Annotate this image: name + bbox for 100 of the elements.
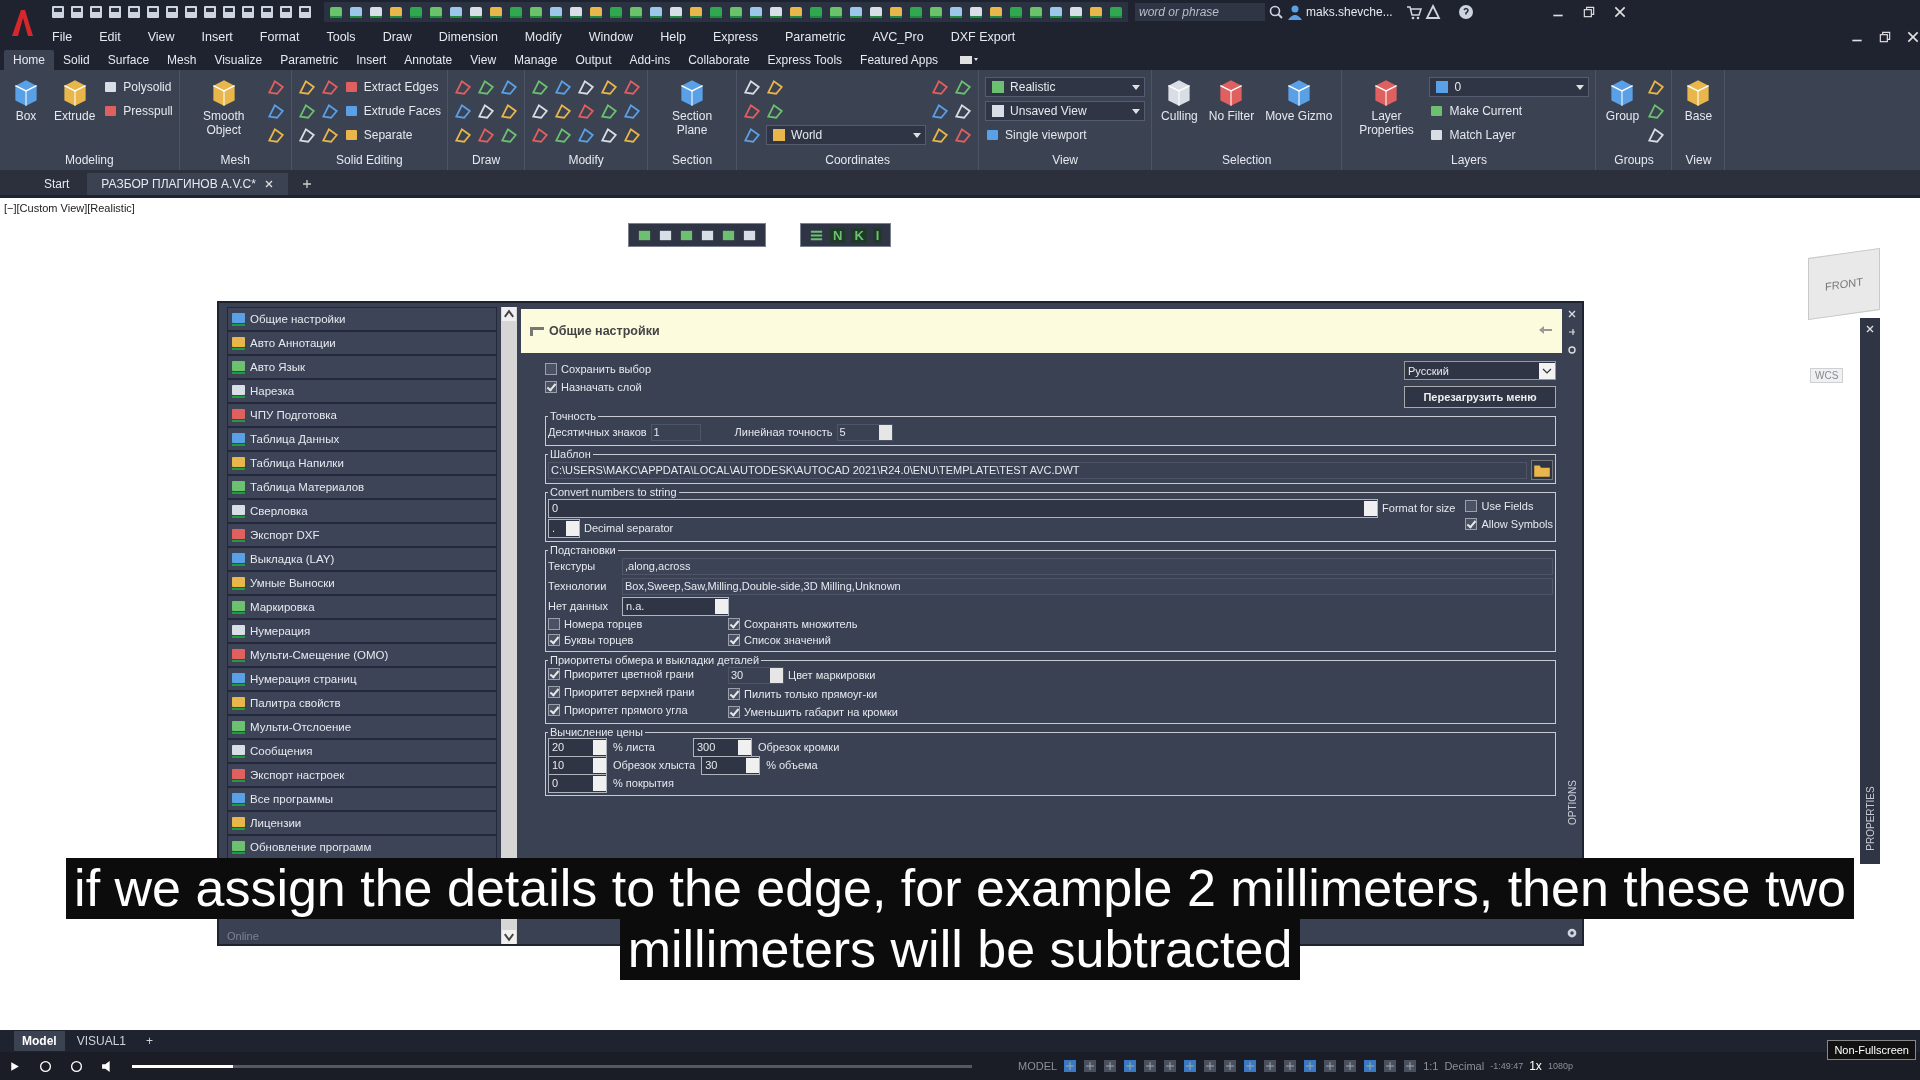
tool-icon[interactable] xyxy=(297,78,316,96)
tool-icon[interactable] xyxy=(1647,102,1666,120)
tool-icon[interactable] xyxy=(531,78,550,96)
status-icon[interactable] xyxy=(1203,1059,1218,1073)
price-combo[interactable]: 300 xyxy=(693,737,752,757)
ribbon-tab[interactable]: Add-ins xyxy=(620,50,680,70)
ribbon-tool[interactable]: Extrude Faces xyxy=(343,103,442,119)
status-icon[interactable] xyxy=(1363,1059,1378,1073)
sidebar-item[interactable]: Маркировка xyxy=(227,595,497,619)
sidebar-item[interactable]: Общие настройки xyxy=(227,307,497,331)
close-icon[interactable] xyxy=(1906,30,1920,44)
status-icon[interactable] xyxy=(1243,1059,1258,1073)
sidebar-item[interactable]: Мульти-Отслоение xyxy=(227,715,497,739)
ribbon-tab[interactable]: Manage xyxy=(505,50,567,70)
status-icon[interactable] xyxy=(1103,1059,1118,1073)
menu-item[interactable]: Express xyxy=(712,30,759,44)
tool-icon[interactable] xyxy=(554,78,573,96)
tool-icon[interactable] xyxy=(623,126,642,144)
ribbon-tab[interactable]: Express Tools xyxy=(758,50,852,70)
tool-icon[interactable] xyxy=(577,78,596,96)
status-icon[interactable] xyxy=(1083,1059,1098,1073)
status-icon[interactable] xyxy=(1303,1059,1318,1073)
color-spinner[interactable]: 30 xyxy=(728,666,784,684)
panel-title[interactable]: View xyxy=(985,150,1146,170)
toolbar-icon[interactable] xyxy=(240,4,256,20)
tool-icon[interactable] xyxy=(766,78,785,96)
sidebar-item[interactable]: Экспорт DXF xyxy=(227,523,497,547)
toolbar-icon[interactable] xyxy=(788,4,804,20)
toolbar-icon[interactable] xyxy=(768,4,784,20)
tool-icon[interactable] xyxy=(600,102,619,120)
sidebar-item[interactable]: Авто Аннотации xyxy=(227,331,497,355)
sidebar-item[interactable]: Таблица Данных xyxy=(227,427,497,451)
tool-icon[interactable] xyxy=(743,78,762,96)
status-icon[interactable] xyxy=(1183,1059,1198,1073)
tool-icon[interactable] xyxy=(954,102,973,120)
ribbon-tool[interactable]: Layer Properties xyxy=(1348,75,1425,137)
checkbox[interactable] xyxy=(548,668,560,680)
ribbon-tool[interactable]: Section Plane xyxy=(654,75,731,137)
toolbar-icon[interactable] xyxy=(88,4,104,20)
ribbon-tab[interactable]: Collaborate xyxy=(679,50,759,70)
layout-tab[interactable]: + xyxy=(138,1031,162,1051)
sidebar-item[interactable]: Мульти-Смещение (ОМО) xyxy=(227,643,497,667)
status-icon[interactable] xyxy=(1063,1059,1078,1073)
checkbox[interactable] xyxy=(545,363,557,375)
panel-title[interactable]: Solid Editing xyxy=(297,150,442,170)
toolbar-icon[interactable] xyxy=(50,4,66,20)
close-icon[interactable] xyxy=(263,179,274,189)
sidebar-item[interactable]: Таблица Материалов xyxy=(227,475,497,499)
toolbar-icon[interactable] xyxy=(668,4,684,20)
status-icon[interactable] xyxy=(1323,1059,1338,1073)
sidebar-item[interactable]: Все программы xyxy=(227,787,497,811)
toolbar-icon[interactable] xyxy=(448,4,464,20)
ribbon-tool[interactable]: Polysolid xyxy=(103,79,173,95)
ribbon-tool[interactable]: Make Current xyxy=(1429,103,1590,119)
toolbar-icon[interactable] xyxy=(1028,4,1044,20)
template-path-field[interactable]: C:\USERS\MAKC\APPDATA\LOCAL\AUTODESK\AUTOCAD 2021\R24.0\ENU\TEMPLATE\TEST AVC.DWT xyxy=(548,461,1527,479)
ribbon-tool[interactable]: Match Layer xyxy=(1429,127,1590,143)
checkbox[interactable] xyxy=(728,634,740,646)
tool-icon[interactable] xyxy=(600,126,619,144)
toolbar-icon[interactable] xyxy=(328,4,344,20)
text-field[interactable]: Box,Sweep,Saw,Milling,Double-side,3D Milling,Unknown xyxy=(622,577,1553,595)
toolbar-icon[interactable] xyxy=(348,4,364,20)
toolbar-icon[interactable] xyxy=(164,4,180,20)
ribbon-tool[interactable]: Culling xyxy=(1158,75,1201,123)
ribbon-tool[interactable]: Presspull xyxy=(103,103,173,119)
menu-item[interactable]: AVC_Pro xyxy=(872,30,924,44)
sidebar-item[interactable]: Палитра свойств xyxy=(227,691,497,715)
tool-icon[interactable] xyxy=(554,126,573,144)
sidebar-item[interactable]: Выкладка (LAY) xyxy=(227,547,497,571)
ribbon-dropdown[interactable]: World xyxy=(766,125,927,145)
status-icon[interactable] xyxy=(1163,1059,1178,1073)
checkbox[interactable] xyxy=(1465,518,1478,530)
panel-title[interactable]: Selection xyxy=(1158,150,1336,170)
menu-item[interactable]: Modify xyxy=(524,30,562,44)
panel-title[interactable]: Coordinates xyxy=(743,150,973,170)
tool-icon[interactable] xyxy=(954,78,973,96)
toolbar-icon[interactable] xyxy=(748,4,764,20)
help-icon[interactable] xyxy=(1457,4,1474,20)
status-icon[interactable] xyxy=(1403,1059,1418,1073)
tool-icon[interactable] xyxy=(931,102,950,120)
close-icon[interactable] xyxy=(1567,309,1577,319)
ribbon-tool[interactable]: Move Gizmo xyxy=(1262,75,1336,123)
tool-icon[interactable] xyxy=(500,102,519,120)
menu-item[interactable]: DXF Export xyxy=(950,30,1016,44)
panel-toggle-icon[interactable] xyxy=(959,55,980,65)
sidebar-item[interactable]: Умные Выноски xyxy=(227,571,497,595)
panel-title[interactable]: Modeling xyxy=(6,150,173,170)
panel-title[interactable]: Layers xyxy=(1348,150,1590,170)
checkbox[interactable] xyxy=(728,688,740,700)
tool-icon[interactable] xyxy=(266,102,285,120)
toolbar-icon[interactable] xyxy=(468,4,484,20)
tool-icon[interactable] xyxy=(600,78,619,96)
sidebar-item[interactable]: Нумерация xyxy=(227,619,497,643)
toolbar-icon[interactable] xyxy=(297,4,313,20)
ribbon-tab[interactable]: Annotate xyxy=(395,50,462,70)
tool-icon[interactable] xyxy=(477,78,496,96)
tool-icon[interactable] xyxy=(554,102,573,120)
status-icon[interactable] xyxy=(1143,1059,1158,1073)
sidebar-item[interactable]: Обновление программ xyxy=(227,835,497,859)
tool-icon[interactable] xyxy=(454,102,473,120)
